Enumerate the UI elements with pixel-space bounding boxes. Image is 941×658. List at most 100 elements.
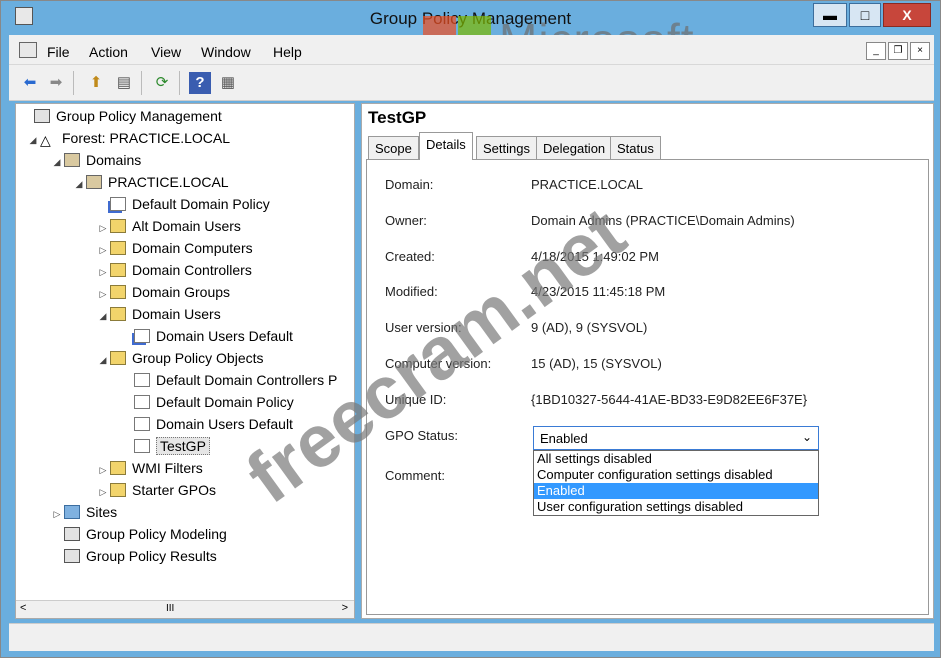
collapse-arrow-icon[interactable]: ◢ (96, 350, 110, 370)
scroll-right-icon[interactable]: > (342, 602, 348, 614)
collapse-arrow-icon[interactable]: ◢ (72, 174, 86, 194)
option-user-config-disabled[interactable]: User configuration settings disabled (534, 499, 818, 515)
tree-item-label: Default Domain Policy (132, 196, 270, 212)
gpo-icon (134, 417, 150, 431)
collapse-arrow-icon[interactable]: ◢ (50, 152, 64, 172)
ou-folder-icon (110, 263, 126, 277)
gpo-icon (134, 439, 150, 453)
gpo-container-icon (110, 351, 126, 365)
collapse-arrow-icon[interactable]: ◢ (96, 306, 110, 326)
tree-item-label: Default Domain Policy (156, 394, 294, 410)
gpo-status-select[interactable]: Enabled ⌄ (533, 426, 819, 450)
up-folder-icon[interactable]: ⬆ (85, 72, 107, 94)
show-hide-tree-icon[interactable]: ▤ (113, 72, 135, 94)
maximize-button[interactable]: □ (849, 3, 881, 27)
tree-item-link-domain-users-default[interactable]: Domain Users Default (120, 326, 293, 346)
expand-arrow-icon[interactable]: ▷ (96, 482, 110, 502)
horizontal-scrollbar[interactable]: < III > (16, 600, 354, 618)
tree-item-sites[interactable]: ▷ Sites (50, 502, 118, 524)
menu-action[interactable]: Action (89, 44, 128, 60)
status-bar (9, 623, 934, 651)
menu-file[interactable]: File (47, 44, 70, 60)
mdi-minimize-button[interactable]: _ (866, 42, 886, 60)
close-button[interactable]: X (883, 3, 931, 27)
collapse-arrow-icon[interactable]: ◢ (26, 130, 40, 150)
tab-delegation[interactable]: Delegation (536, 136, 613, 160)
computer-version-value: 15 (AD), 15 (SYSVOL) (531, 356, 662, 371)
tree-item-gpo-default-domain-controllers[interactable]: Default Domain Controllers P (120, 370, 337, 390)
tab-status[interactable]: Status (610, 136, 661, 160)
tree-item-link-default-domain-policy[interactable]: Default Domain Policy (96, 194, 270, 214)
tree-item-wmi-filters[interactable]: ▷ WMI Filters (96, 458, 203, 478)
domain-label: Domain: (385, 177, 434, 192)
tree-item-label-selected: TestGP (156, 437, 210, 455)
gpo-status-dropdown-list: All settings disabled Computer configura… (533, 450, 819, 516)
tree-item-gp-modeling[interactable]: Group Policy Modeling (50, 524, 227, 544)
tree-item-gpm-root[interactable]: Group Policy Management (20, 106, 222, 126)
comment-label: Comment: (385, 468, 445, 483)
option-computer-config-disabled[interactable]: Computer configuration settings disabled (534, 467, 818, 483)
results-icon (64, 549, 80, 563)
tree-item-gpo-default-domain-policy[interactable]: Default Domain Policy (120, 392, 294, 412)
tree-item-label: Default Domain Controllers P (156, 372, 338, 388)
tree-item-ou-domain-users[interactable]: ◢ Domain Users (96, 304, 221, 324)
scroll-thumb[interactable]: III (166, 603, 174, 614)
tree-item-ou-domain-computers[interactable]: ▷ Domain Computers (96, 238, 253, 258)
refresh-icon[interactable]: ⟳ (151, 72, 173, 94)
tree-item-label: Group Policy Objects (132, 350, 264, 366)
tree-item-domain-practice-local[interactable]: ◢ PRACTICE.LOCAL (72, 172, 229, 192)
modified-label: Modified: (385, 284, 438, 299)
tab-scope[interactable]: Scope (368, 136, 419, 160)
minimize-button[interactable]: ▬ (813, 3, 847, 27)
back-arrow-icon[interactable]: ⬅ (19, 72, 41, 94)
expand-arrow-icon[interactable]: ▷ (96, 218, 110, 238)
mdi-restore-button[interactable]: ❐ (888, 42, 908, 60)
expand-arrow-icon[interactable]: ▷ (96, 262, 110, 282)
expand-arrow-icon[interactable]: ▷ (96, 284, 110, 304)
domains-icon (64, 153, 80, 167)
tree-item-label: Domain Users Default (156, 328, 293, 344)
modeling-icon (64, 527, 80, 541)
gpo-status-selected-value: Enabled (540, 431, 588, 446)
help-icon[interactable]: ? (189, 72, 211, 94)
menu-view[interactable]: View (151, 44, 181, 60)
tree-item-forest[interactable]: ◢ △ Forest: PRACTICE.LOCAL (26, 128, 230, 148)
tree-item-gpo-testgp[interactable]: TestGP (120, 436, 210, 456)
tree-item-group-policy-objects[interactable]: ◢ Group Policy Objects (96, 348, 264, 368)
unique-id-value: {1BD10327-5644-41AE-BD33-E9D82EE6F37E} (531, 392, 808, 407)
menu-help[interactable]: Help (273, 44, 302, 60)
toolbar-separator (141, 71, 142, 95)
tab-details[interactable]: Details (419, 132, 473, 160)
tab-settings[interactable]: Settings (476, 136, 537, 160)
tree-item-label: Group Policy Modeling (86, 526, 227, 542)
tree-item-ou-alt-domain-users[interactable]: ▷ Alt Domain Users (96, 216, 241, 236)
title-bar[interactable]: Group Policy Management Microsoft ▬ □ X (1, 1, 940, 72)
menu-window[interactable]: Window (201, 44, 251, 60)
chevron-down-icon[interactable]: ⌄ (802, 430, 812, 444)
tree-item-ou-domain-controllers[interactable]: ▷ Domain Controllers (96, 260, 252, 280)
tree-item-label: Domain Groups (132, 284, 231, 300)
toolbar-separator (73, 71, 74, 95)
created-label: Created: (385, 249, 435, 264)
tree-item-label: Domain Computers (132, 240, 253, 256)
gpmc-icon (34, 109, 50, 123)
expand-arrow-icon[interactable]: ▷ (50, 504, 64, 524)
tree-item-label: WMI Filters (132, 460, 203, 476)
console-menu-icon[interactable] (19, 42, 37, 58)
properties-icon[interactable]: ▦ (217, 72, 239, 94)
tree-item-ou-domain-groups[interactable]: ▷ Domain Groups (96, 282, 231, 304)
option-enabled[interactable]: Enabled (534, 483, 818, 499)
tree-item-label: Group Policy Management (56, 108, 222, 124)
scroll-left-icon[interactable]: < (20, 602, 26, 614)
forward-arrow-icon[interactable]: ➡ (45, 72, 67, 94)
tree-item-label: PRACTICE.LOCAL (108, 174, 229, 190)
tree-item-starter-gpos[interactable]: ▷ Starter GPOs (96, 480, 217, 502)
expand-arrow-icon[interactable]: ▷ (96, 460, 110, 480)
tree-item-domains[interactable]: ◢ Domains (50, 150, 142, 172)
tree-item-label: Domain Controllers (132, 262, 252, 278)
mdi-close-button[interactable]: × (910, 42, 930, 60)
expand-arrow-icon[interactable]: ▷ (96, 240, 110, 260)
option-all-settings-disabled[interactable]: All settings disabled (534, 451, 818, 467)
owner-label: Owner: (385, 213, 427, 228)
tree-item-gp-results[interactable]: Group Policy Results (50, 546, 217, 566)
